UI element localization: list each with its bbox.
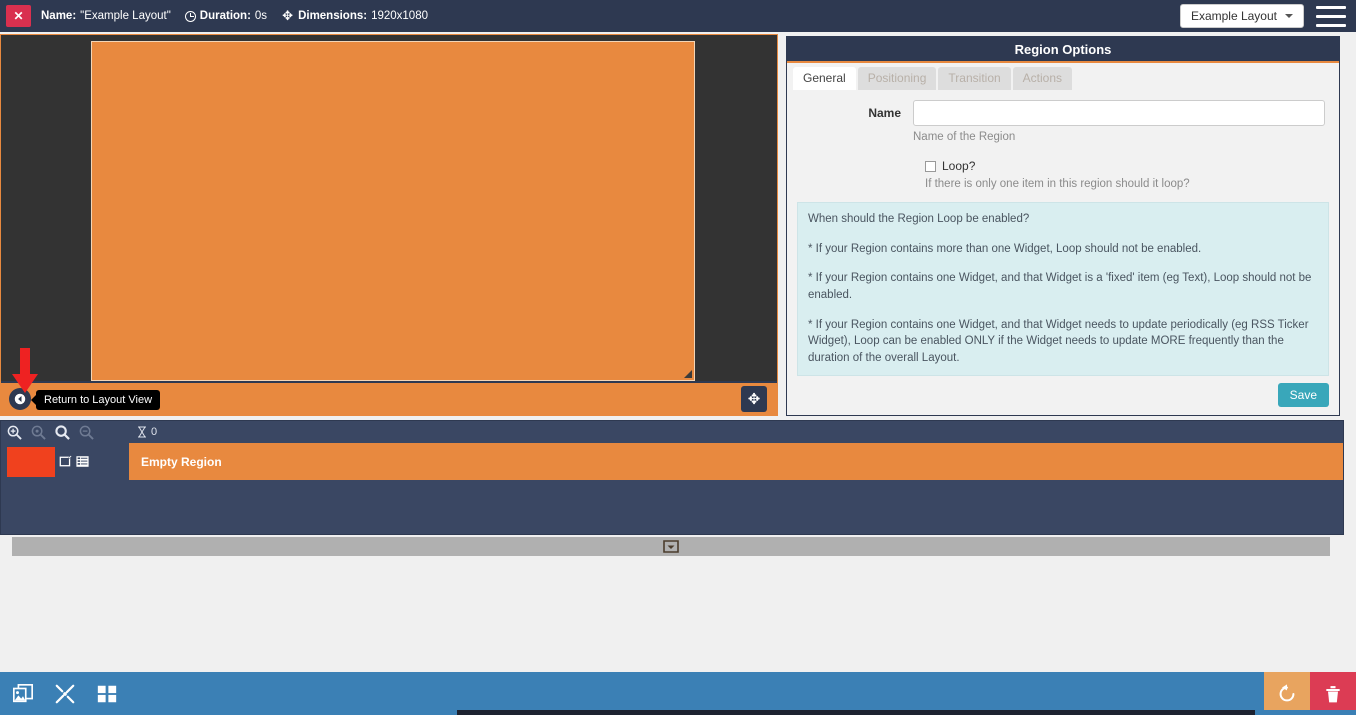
trash-icon	[1323, 683, 1343, 705]
loop-checkbox-label[interactable]: Loop?	[925, 159, 1325, 173]
name-form-row: Name Name of the Region	[801, 100, 1325, 143]
panel-title: Region Options	[787, 37, 1339, 63]
bottom-strip-left	[0, 710, 457, 715]
bottom-toolbar	[0, 672, 1356, 715]
layout-designer-app: ✕ Name: "Example Layout" Duration: 0s ✥ …	[0, 0, 1356, 715]
loop-label-text: Loop?	[942, 159, 975, 173]
region-designer-canvas[interactable]: Return to Layout View ✥	[0, 34, 778, 416]
move-region-button[interactable]: ✥	[741, 386, 767, 412]
return-to-layout-tooltip: Return to Layout View	[36, 390, 160, 410]
panel-tabs: General Positioning Transition Actions	[787, 63, 1339, 90]
zoom-reset-icon[interactable]	[79, 425, 94, 440]
chevron-down-icon	[1285, 14, 1293, 18]
bottom-strip	[0, 710, 1356, 715]
region-color-swatch	[7, 447, 55, 477]
info-paragraph-2: * If your Region contains one Widget, an…	[808, 270, 1318, 303]
timeline-panel: 0	[0, 420, 1344, 535]
bottom-toolbar-actions	[1264, 672, 1356, 715]
zoom-in-icon[interactable]	[7, 425, 22, 440]
timeline-duration-counter: 0	[137, 426, 157, 438]
designer-footer-bar: Return to Layout View ✥	[1, 381, 777, 415]
timeline-rows: Empty Region	[1, 443, 1343, 480]
resize-handle-icon[interactable]	[681, 367, 693, 379]
tab-actions[interactable]: Actions	[1013, 67, 1072, 90]
save-button[interactable]: Save	[1278, 383, 1329, 407]
layout-duration-value: 0s	[255, 10, 267, 22]
edit-square-icon[interactable]	[59, 455, 72, 468]
layout-name-meta: Name: "Example Layout"	[41, 10, 171, 22]
layout-dimensions-value: 1920x1080	[371, 10, 428, 22]
name-field-label: Name	[801, 100, 913, 126]
zoom-find-icon[interactable]	[55, 425, 70, 440]
layout-name-label: Name:	[41, 10, 76, 22]
region-options-panel: Region Options General Positioning Trans…	[786, 36, 1340, 416]
undo-icon	[1276, 683, 1298, 705]
name-input[interactable]	[913, 100, 1325, 126]
timeline-splitter[interactable]	[12, 537, 1330, 556]
name-field-wrap: Name of the Region	[913, 100, 1325, 143]
timeline-row-header	[1, 443, 129, 480]
bottom-strip-dark	[457, 710, 1255, 715]
arrows-move-icon: ✥	[281, 10, 294, 23]
hourglass-icon	[137, 426, 147, 438]
loop-info-box: When should the Region Loop be enabled? …	[797, 202, 1329, 376]
info-paragraph-1: * If your Region contains more than one …	[808, 241, 1318, 258]
timeline-region-bar[interactable]: Empty Region	[129, 443, 1343, 480]
tab-transition[interactable]: Transition	[938, 67, 1010, 90]
layout-dimensions-label: Dimensions:	[298, 10, 367, 22]
region-preview-box[interactable]	[91, 41, 695, 381]
general-tab-form: Name Name of the Region Loop? If there i…	[787, 90, 1339, 190]
top-navbar: ✕ Name: "Example Layout" Duration: 0s ✥ …	[0, 0, 1356, 32]
loop-form-row: Loop? If there is only one item in this …	[925, 159, 1325, 190]
zoom-out-icon[interactable]	[31, 425, 46, 440]
tools-icon[interactable]	[54, 683, 76, 705]
layout-duration-meta: Duration: 0s	[185, 10, 267, 22]
loop-field-help: If there is only one item in this region…	[925, 178, 1325, 190]
list-icon[interactable]	[76, 455, 89, 468]
layout-dimensions-meta: ✥ Dimensions: 1920x1080	[281, 10, 428, 23]
close-icon[interactable]: ✕	[6, 5, 31, 27]
layout-selector-value: Example Layout	[1191, 9, 1277, 23]
layout-duration-label: Duration:	[200, 10, 251, 22]
loop-checkbox[interactable]	[925, 161, 936, 172]
bottom-strip-right	[1255, 710, 1356, 715]
timeline-row: Empty Region	[1, 443, 1343, 480]
tab-general[interactable]: General	[793, 67, 856, 90]
timeline-duration-value: 0	[151, 426, 157, 438]
layout-selector-dropdown[interactable]: Example Layout	[1180, 4, 1304, 28]
name-field-help: Name of the Region	[913, 131, 1325, 143]
widgets-grid-icon[interactable]	[96, 683, 118, 705]
clock-icon	[185, 11, 196, 22]
undo-button[interactable]	[1264, 672, 1310, 715]
tab-positioning[interactable]: Positioning	[858, 67, 937, 90]
collapse-drawer-icon[interactable]	[663, 540, 679, 554]
hamburger-icon[interactable]	[1316, 6, 1346, 27]
delete-button[interactable]	[1310, 672, 1356, 715]
red-down-arrow-annotation	[10, 348, 40, 396]
info-paragraph-3: * If your Region contains one Widget, an…	[808, 317, 1318, 367]
layout-meta: Name: "Example Layout" Duration: 0s ✥ Di…	[41, 10, 428, 23]
info-heading: When should the Region Loop be enabled?	[808, 211, 1318, 228]
bottom-toolbar-icons	[0, 683, 118, 705]
timeline-toolbar: 0	[1, 421, 1343, 443]
images-icon[interactable]	[12, 683, 34, 705]
layout-name-value: "Example Layout"	[80, 10, 171, 22]
